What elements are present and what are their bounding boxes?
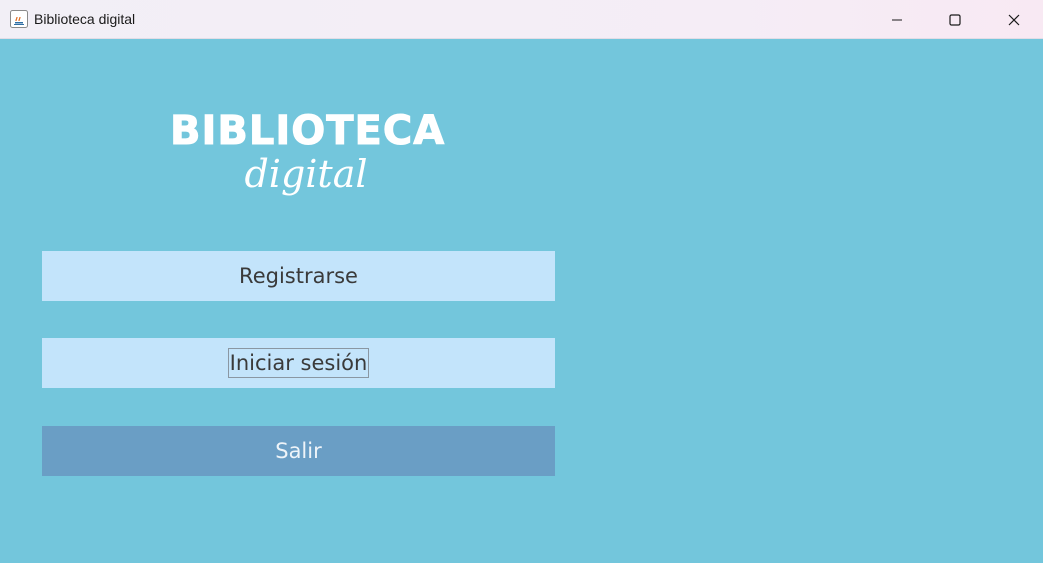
maximize-icon	[949, 13, 961, 26]
maximize-button[interactable]	[926, 0, 984, 39]
close-button[interactable]	[985, 0, 1043, 39]
login-button-label: Iniciar sesión	[227, 348, 370, 378]
window-title: Biblioteca digital	[34, 11, 136, 27]
close-icon	[1008, 14, 1020, 26]
logo-title: BIBLIOTECA	[170, 108, 446, 154]
minimize-icon	[891, 14, 903, 26]
minimize-button[interactable]	[868, 0, 926, 39]
exit-button[interactable]: Salir	[42, 426, 555, 476]
register-button[interactable]: Registrarse	[42, 251, 555, 301]
window-titlebar[interactable]: Biblioteca digital	[0, 0, 1043, 39]
login-button[interactable]: Iniciar sesión	[42, 338, 555, 388]
logo-subtitle: digital	[244, 152, 368, 196]
exit-button-label: Salir	[275, 439, 322, 463]
java-icon	[10, 10, 28, 28]
main-panel: BIBLIOTECA digital Registrarse Iniciar s…	[0, 39, 1043, 563]
register-button-label: Registrarse	[239, 264, 358, 288]
